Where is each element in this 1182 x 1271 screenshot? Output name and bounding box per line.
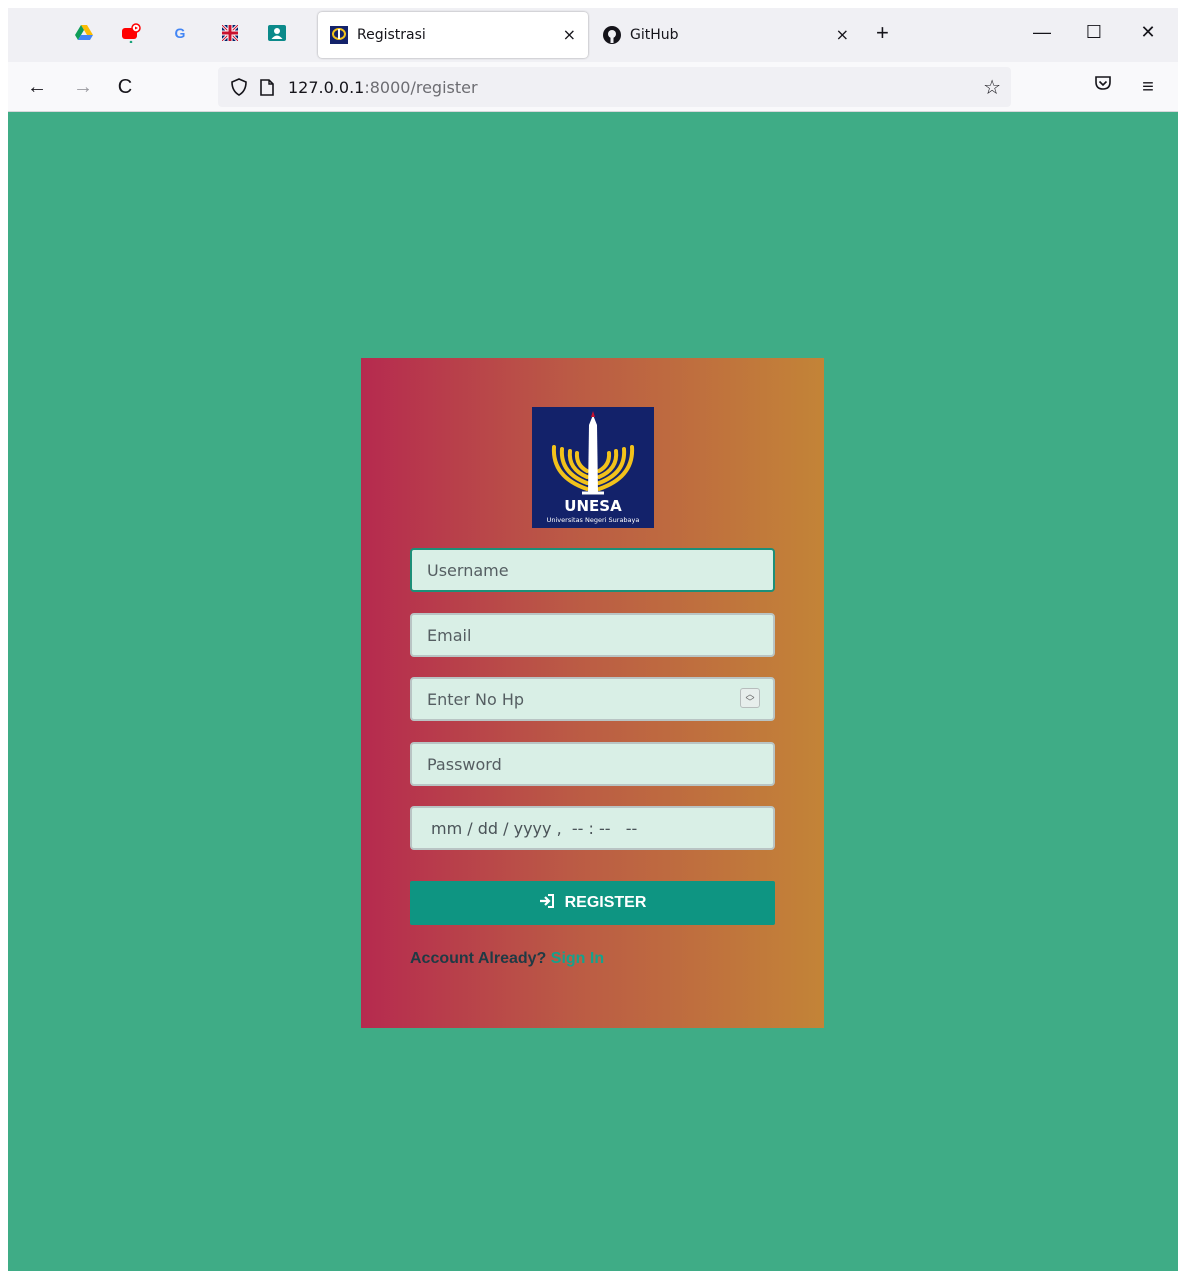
forward-button[interactable]: → xyxy=(70,74,96,100)
youtube-icon[interactable] xyxy=(121,23,141,43)
tab-registrasi[interactable]: Registrasi × xyxy=(318,12,588,58)
password-input[interactable] xyxy=(410,742,775,786)
google-icon[interactable]: G xyxy=(170,23,190,43)
unesa-favicon-icon xyxy=(330,26,348,44)
tab-title: Registrasi xyxy=(357,27,426,43)
signin-prompt: Account Already? Sign In xyxy=(410,950,604,968)
minimize-button[interactable]: — xyxy=(1032,22,1052,42)
phone-field-wrapper: ︿﹀ xyxy=(410,677,775,721)
back-button[interactable]: ← xyxy=(24,74,50,100)
username-input[interactable] xyxy=(410,548,775,592)
register-card: UNESA Universitas Negeri Surabaya ︿﹀ mm … xyxy=(361,358,824,1028)
phone-input[interactable] xyxy=(410,677,775,721)
tab-github[interactable]: GitHub × xyxy=(591,12,861,58)
tab-title: GitHub xyxy=(630,27,679,43)
sign-in-icon xyxy=(539,893,555,913)
register-button[interactable]: REGISTER xyxy=(410,881,775,925)
pocket-icon[interactable] xyxy=(1090,74,1116,100)
datetime-input[interactable]: mm / dd / yyyy , -- : -- -- xyxy=(410,806,775,850)
shield-icon[interactable] xyxy=(228,76,250,98)
maximize-button[interactable]: ☐ xyxy=(1084,22,1104,42)
google-drive-icon[interactable] xyxy=(74,23,94,43)
reload-button[interactable]: C xyxy=(112,74,138,100)
navigation-bar: ← → C 127.0.0.1:8000/register ☆ ≡ xyxy=(8,62,1178,112)
url-path: :8000/register xyxy=(364,77,478,97)
register-label: REGISTER xyxy=(564,894,647,911)
tab-strip: G Registrasi × GitHub × + — ☐ ✕ xyxy=(8,8,1178,62)
menu-icon[interactable]: ≡ xyxy=(1135,74,1161,100)
logo-text: UNESA xyxy=(564,497,622,515)
signin-link[interactable]: Sign In xyxy=(551,950,604,967)
logo-subtitle: Universitas Negeri Surabaya xyxy=(547,516,640,524)
url-text[interactable]: 127.0.0.1:8000/register xyxy=(288,78,478,97)
account-prompt-text: Account Already? xyxy=(410,950,547,967)
number-stepper-icon[interactable]: ︿ ﹀ xyxy=(740,688,760,708)
url-host: 127.0.0.1 xyxy=(288,77,365,97)
github-icon xyxy=(603,26,621,44)
contacts-icon[interactable] xyxy=(267,23,287,43)
email-input[interactable] xyxy=(410,613,775,657)
uk-flag-icon[interactable] xyxy=(220,23,240,43)
close-tab-icon[interactable]: × xyxy=(836,25,849,44)
browser-window: G Registrasi × GitHub × + — ☐ ✕ ← → C 12… xyxy=(8,8,1178,1271)
close-window-button[interactable]: ✕ xyxy=(1138,22,1158,42)
close-tab-icon[interactable]: × xyxy=(563,25,576,44)
page-content: UNESA Universitas Negeri Surabaya ︿﹀ mm … xyxy=(8,112,1178,1271)
bookmark-star-icon[interactable]: ☆ xyxy=(983,75,1001,100)
address-bar[interactable]: 127.0.0.1:8000/register ☆ xyxy=(218,67,1011,107)
unesa-logo: UNESA Universitas Negeri Surabaya xyxy=(532,407,654,528)
new-tab-button[interactable]: + xyxy=(876,22,889,44)
page-icon[interactable] xyxy=(256,76,278,98)
datetime-placeholder: mm / dd / yyyy , -- : -- -- xyxy=(431,818,638,838)
